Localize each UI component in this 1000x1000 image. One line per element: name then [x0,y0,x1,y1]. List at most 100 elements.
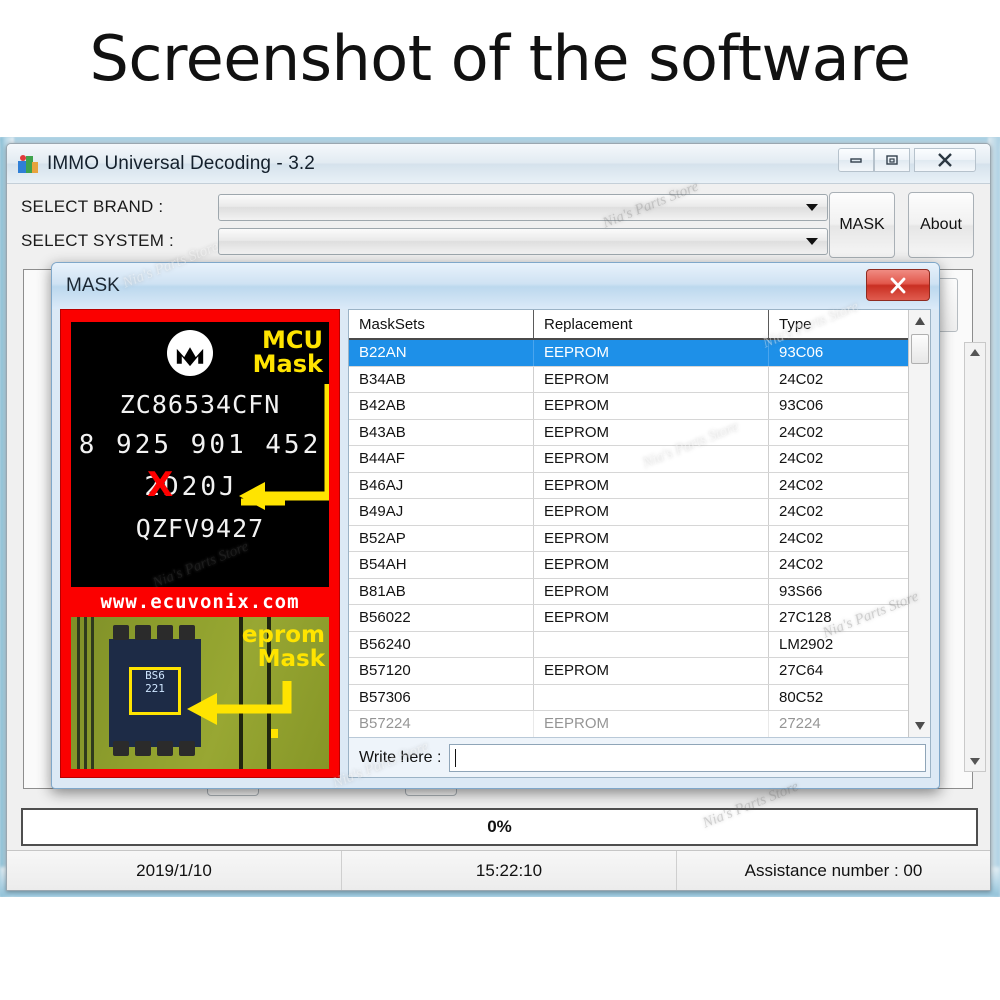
scroll-up-icon[interactable] [914,317,925,325]
screenshot-region: IMMO Universal Decoding - 3.2 SELECT BRA… [0,137,1000,897]
eprom-mask-label-line2: Mask [257,646,325,673]
table-row[interactable]: B22AN EEPROM 93C06 [349,340,908,367]
table-header-row: MaskSets Replacement Type [349,310,908,340]
table-row[interactable]: B57224 EEPROM 27224 [349,711,908,737]
maximize-button[interactable] [874,148,910,172]
table-body: B22AN EEPROM 93C06 B34AB EEPROM 24C02 B42AB EEP… [349,340,908,737]
table-row[interactable]: B52AP EEPROM 24C02 [349,525,908,552]
cell-replacement: EEPROM [534,711,769,737]
table-row[interactable]: B49AJ EEPROM 24C02 [349,499,908,526]
cell-maskset: B81AB [349,578,534,604]
cell-type: 93C06 [779,344,824,362]
cell-type: 27224 [779,715,821,733]
mask-table-area: MaskSets Replacement Type B22AN EEPROM 93C… [348,309,931,778]
cell-maskset: B57120 [349,658,534,684]
table-scrollbar[interactable] [908,310,930,737]
cell-replacement: EEPROM [534,499,769,525]
cell-maskset: B56240 [349,631,534,657]
about-button[interactable]: About [908,192,974,258]
mask-grid-wrapper: MaskSets Replacement Type B22AN EEPROM 93C… [349,310,930,737]
mcu-chip-photo: MCU Mask ZC86534CFN 8 925 901 452 2D20J … [71,322,329,587]
cell-maskset: B57306 [349,684,534,710]
cell-replacement: EEPROM [534,658,769,684]
cell-replacement: EEPROM [534,393,769,419]
cell-maskset: B43AB [349,419,534,445]
brand-row: SELECT BRAND : [13,190,828,224]
text-caret [455,748,457,767]
eprom-board-photo: BS6 221 eprom Mask [71,617,329,769]
table-row[interactable]: B42AB EEPROM 93C06 [349,393,908,420]
select-system-dropdown[interactable] [218,227,828,255]
column-header-masksets[interactable]: MaskSets [349,310,534,338]
chip-line-4: QZFV9427 [135,514,265,543]
cell-replacement: EEPROM [534,340,769,366]
cell-maskset: B57224 [349,711,534,737]
mcu-mask-label-line2: Mask [252,350,323,378]
table-row[interactable]: B81AB EEPROM 93S66 [349,578,908,605]
table-row[interactable]: B46AJ EEPROM 24C02 [349,472,908,499]
write-here-input[interactable] [449,743,926,772]
write-here-label: Write here : [359,748,442,766]
cell-replacement: EEPROM [534,446,769,472]
column-header-type[interactable]: Type [769,310,908,338]
window-titlebar[interactable]: IMMO Universal Decoding - 3.2 [7,144,990,184]
progress-bar: 0% [21,808,978,846]
cell-replacement: EEPROM [534,525,769,551]
close-window-button[interactable] [914,148,976,172]
eprom-mask-label: eprom Mask [242,623,325,671]
mask-dialog-titlebar[interactable]: MASK [52,263,939,309]
mask-dialog-close-button[interactable] [866,269,930,301]
motorola-logo-icon [167,330,213,376]
website-url-text: www.ecuvonix.com [100,591,300,613]
cell-type: 24C02 [779,370,824,388]
cell-maskset: B49AJ [349,499,534,525]
cell-type: 80C52 [779,688,824,706]
content-scrollbar[interactable] [964,342,986,772]
cell-type: 24C02 [779,556,824,574]
mask-image-panel[interactable]: MCU Mask ZC86534CFN 8 925 901 452 2D20J … [60,309,340,778]
table-row[interactable]: B56022 EEPROM 27C128 [349,605,908,632]
app-icon [17,153,39,175]
chevron-down-icon [806,237,818,245]
minimize-button[interactable] [838,148,874,172]
column-header-replacement[interactable]: Replacement [534,310,769,338]
selection-panel: SELECT BRAND : SELECT SYSTEM : [13,190,828,260]
write-here-row: Write here : [349,737,930,777]
table-row[interactable]: B57306 80C52 [349,684,908,711]
cell-replacement: EEPROM [534,419,769,445]
status-assistance-number: Assistance number : 00 [744,860,923,880]
cell-type: 27C128 [779,609,832,627]
cell-type: 24C02 [779,529,824,547]
table-row[interactable]: B56240 LM2902 [349,631,908,658]
status-bar: 2019/1/10 15:22:10 Assistance number : 0… [7,850,990,890]
select-brand-dropdown[interactable] [218,193,828,221]
cell-replacement [534,684,769,710]
cell-type: 93C06 [779,397,824,415]
cell-maskset: B56022 [349,605,534,631]
red-cross-mark-icon: X [147,465,174,505]
table-row[interactable]: B54AH EEPROM 24C02 [349,552,908,579]
mask-table[interactable]: MaskSets Replacement Type B22AN EEPROM 93C… [349,310,908,737]
eeprom-chip-line1: BS6 [145,669,165,682]
scroll-down-icon[interactable] [914,722,925,730]
cell-maskset: B34AB [349,366,534,392]
cell-maskset: B46AJ [349,472,534,498]
eeprom-highlight-box: BS6 221 [129,667,181,715]
cell-replacement: EEPROM [534,366,769,392]
status-time: 15:22:10 [342,851,677,890]
scrollbar-thumb[interactable] [911,334,929,364]
table-row[interactable]: B44AF EEPROM 24C02 [349,446,908,473]
mask-button[interactable]: MASK [829,192,895,258]
mcu-mask-label-line1: MCU [262,326,323,354]
table-row[interactable]: B43AB EEPROM 24C02 [349,419,908,446]
system-row: SELECT SYSTEM : [13,224,828,258]
cell-maskset: B54AH [349,552,534,578]
scroll-down-icon[interactable] [970,758,980,765]
scroll-up-icon[interactable] [970,349,980,356]
table-row[interactable]: B34AB EEPROM 24C02 [349,366,908,393]
chevron-down-icon [806,203,818,211]
chip-line-3: 2D20J [144,472,238,502]
mcu-mask-label: MCU Mask [253,328,323,376]
table-row[interactable]: B57120 EEPROM 27C64 [349,658,908,685]
cell-type: 24C02 [779,503,824,521]
